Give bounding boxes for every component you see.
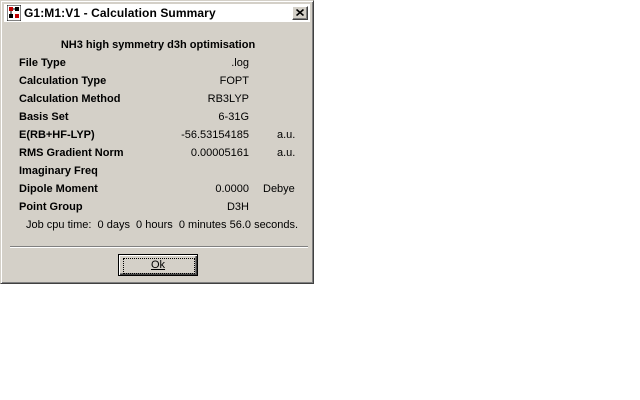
point-group-value: D3H <box>226 201 249 213</box>
dipole-moment-unit: Debye <box>263 183 295 195</box>
close-button[interactable] <box>292 6 308 20</box>
close-icon <box>296 9 304 16</box>
rms-gradient-norm-unit: a.u. <box>277 147 296 159</box>
energy-value: -56.53154185 <box>181 129 249 141</box>
separator-line <box>10 246 308 248</box>
dipole-moment-label: Dipole Moment <box>19 183 98 195</box>
calculation-type-value: FOPT <box>219 75 249 87</box>
file-type-label: File Type <box>19 57 66 69</box>
calculation-summary-dialog: G1:M1:V1 - Calculation Summary NH3 high … <box>0 0 314 284</box>
calculation-method-value: RB3LYP <box>207 93 249 105</box>
point-group-label: Point Group <box>19 201 83 213</box>
basis-set-label: Basis Set <box>19 111 69 123</box>
gaussview-app-icon <box>6 4 22 22</box>
basis-set-value: 6-31G <box>218 111 249 123</box>
rms-gradient-norm-value: 0.00005161 <box>190 147 249 159</box>
ok-button[interactable]: Ok <box>118 254 198 276</box>
ok-button-label: Ok <box>150 259 166 271</box>
rms-gradient-norm-label: RMS Gradient Norm <box>19 147 124 159</box>
energy-label: E(RB+HF-LYP) <box>19 129 95 141</box>
job-title-heading: NH3 high symmetry d3h optimisation <box>60 39 256 51</box>
energy-unit: a.u. <box>277 129 296 141</box>
title-bar[interactable]: G1:M1:V1 - Calculation Summary <box>4 4 310 22</box>
calculation-method-label: Calculation Method <box>19 93 121 105</box>
window-title: G1:M1:V1 - Calculation Summary <box>24 6 216 20</box>
job-cpu-time: Job cpu time: 0 days 0 hours 0 minutes 5… <box>26 219 299 231</box>
file-type-value: .log <box>231 57 249 69</box>
dipole-moment-value: 0.0000 <box>215 183 249 195</box>
imaginary-freq-label: Imaginary Freq <box>19 165 98 177</box>
calculation-type-label: Calculation Type <box>19 75 107 87</box>
